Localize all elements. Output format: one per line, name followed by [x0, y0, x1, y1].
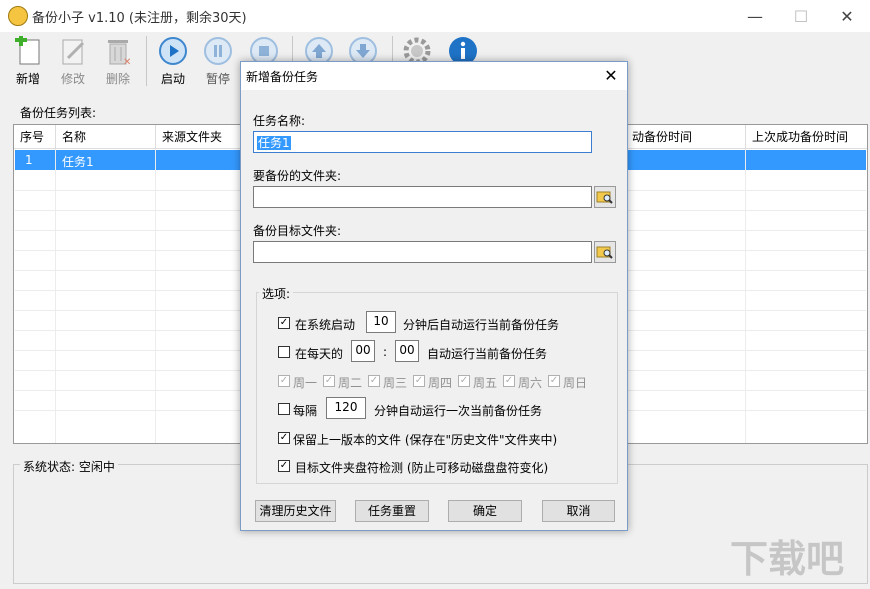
folder-search-icon — [595, 242, 615, 262]
weekday-checkbox-mon[interactable]: ✓ — [278, 375, 290, 387]
maximize-button[interactable]: ☐ — [778, 0, 824, 32]
toolbar-separator — [146, 36, 147, 86]
start-button-label: 启动 — [150, 70, 196, 87]
new-document-icon — [13, 36, 43, 66]
weekday-label-tue: 周二 — [338, 374, 362, 391]
new-task-dialog: 新增备份任务 ✕ 任务名称: 任务1 要备份的文件夹: 备份目标文件夹: 选项:… — [240, 61, 628, 531]
svg-text:✕: ✕ — [123, 57, 131, 66]
play-icon — [158, 36, 188, 66]
edit-button-label: 修改 — [50, 70, 96, 87]
dialog-title-bar: 新增备份任务 ✕ — [241, 62, 627, 90]
dialog-close-button[interactable]: ✕ — [599, 64, 623, 88]
column-divider — [155, 149, 156, 444]
startup-checkbox[interactable]: ✓ — [278, 317, 290, 329]
column-divider — [745, 149, 746, 444]
pause-button[interactable]: 暂停 — [195, 36, 241, 90]
window-title: 备份小子 v1.10 (未注册，剩余30天) — [32, 7, 247, 26]
weekday-checkbox-fri[interactable]: ✓ — [458, 375, 470, 387]
daily-prefix: 在每天的 — [295, 345, 343, 362]
weekday-checkbox-tue[interactable]: ✓ — [323, 375, 335, 387]
clear-history-button[interactable]: 清理历史文件 — [255, 500, 336, 522]
source-folder-input[interactable] — [253, 186, 592, 208]
edit-icon — [58, 36, 88, 66]
task-name-value: 任务1 — [257, 136, 291, 150]
weekday-label-thu: 周四 — [428, 374, 452, 391]
row-index: 1 — [25, 153, 33, 167]
column-header-name[interactable]: 名称 — [56, 125, 156, 149]
startup-suffix: 分钟后自动运行当前备份任务 — [403, 316, 559, 333]
weekday-label-mon: 周一 — [293, 374, 317, 391]
drive-check-checkbox[interactable]: ✓ — [278, 460, 290, 472]
browse-target-button[interactable] — [594, 241, 616, 263]
weekday-checkbox-thu[interactable]: ✓ — [413, 375, 425, 387]
column-divider — [55, 149, 56, 444]
startup-minutes-input[interactable]: 10 — [366, 311, 396, 333]
task-list-title: 备份任务列表: — [20, 104, 96, 121]
title-bar: 备份小子 v1.10 (未注册，剩余30天) — ☐ ✕ — [0, 0, 870, 32]
keep-version-checkbox[interactable]: ✓ — [278, 432, 290, 444]
column-header-last-success-time[interactable]: 上次成功备份时间 — [746, 125, 867, 149]
interval-suffix: 分钟自动运行一次当前备份任务 — [374, 402, 542, 419]
column-header-index[interactable]: 序号 — [14, 125, 56, 149]
startup-prefix: 在系统启动 — [295, 316, 355, 333]
dialog-title: 新增备份任务 — [246, 68, 318, 85]
weekday-label-fri: 周五 — [473, 374, 497, 391]
options-label: 选项: — [259, 285, 293, 302]
trash-icon: ✕ — [103, 36, 133, 66]
daily-checkbox[interactable] — [278, 346, 290, 358]
weekday-label-sun: 周日 — [563, 374, 587, 391]
new-button[interactable]: 新增 — [5, 36, 51, 90]
daily-suffix: 自动运行当前备份任务 — [427, 345, 547, 362]
weekday-checkbox-sun[interactable]: ✓ — [548, 375, 560, 387]
source-folder-label: 要备份的文件夹: — [253, 167, 341, 184]
edit-button[interactable]: 修改 — [50, 36, 96, 90]
weekday-label-wed: 周三 — [383, 374, 407, 391]
pause-icon — [203, 36, 233, 66]
weekday-label-sat: 周六 — [518, 374, 542, 391]
start-button[interactable]: 启动 — [150, 36, 196, 90]
watermark-logo: 下载吧 — [730, 528, 844, 583]
daily-minute-input[interactable]: 00 — [395, 340, 419, 362]
interval-minutes-input[interactable]: 120 — [326, 397, 366, 419]
delete-button[interactable]: ✕ 删除 — [95, 36, 141, 90]
daily-hour-input[interactable]: 00 — [351, 340, 375, 362]
cancel-button[interactable]: 取消 — [542, 500, 615, 522]
interval-checkbox[interactable] — [278, 403, 290, 415]
folder-search-icon — [595, 187, 615, 207]
new-button-label: 新增 — [5, 70, 51, 87]
drive-check-label: 目标文件夹盘符检测 (防止可移动磁盘盘符变化) — [295, 459, 548, 476]
daily-colon: : — [383, 345, 387, 359]
target-folder-input[interactable] — [253, 241, 592, 263]
browse-source-button[interactable] — [594, 186, 616, 208]
app-logo-icon — [8, 6, 28, 26]
minimize-button[interactable]: — — [732, 0, 778, 32]
task-name-label: 任务名称: — [253, 112, 305, 129]
row-name: 任务1 — [62, 153, 94, 170]
reset-task-button[interactable]: 任务重置 — [355, 500, 429, 522]
weekday-checkbox-wed[interactable]: ✓ — [368, 375, 380, 387]
pause-button-label: 暂停 — [195, 70, 241, 87]
interval-prefix: 每隔 — [293, 402, 317, 419]
keep-version-label: 保留上一版本的文件 (保存在"历史文件"文件夹中) — [293, 431, 557, 448]
column-header-auto-backup-time[interactable]: 动备份时间 — [626, 125, 746, 149]
delete-button-label: 删除 — [95, 70, 141, 87]
system-status: 系统状态: 空闲中 — [20, 458, 118, 475]
close-button[interactable]: ✕ — [824, 0, 870, 32]
ok-button[interactable]: 确定 — [448, 500, 522, 522]
task-name-input[interactable]: 任务1 — [253, 131, 592, 153]
weekday-checkbox-sat[interactable]: ✓ — [503, 375, 515, 387]
target-folder-label: 备份目标文件夹: — [253, 222, 341, 239]
